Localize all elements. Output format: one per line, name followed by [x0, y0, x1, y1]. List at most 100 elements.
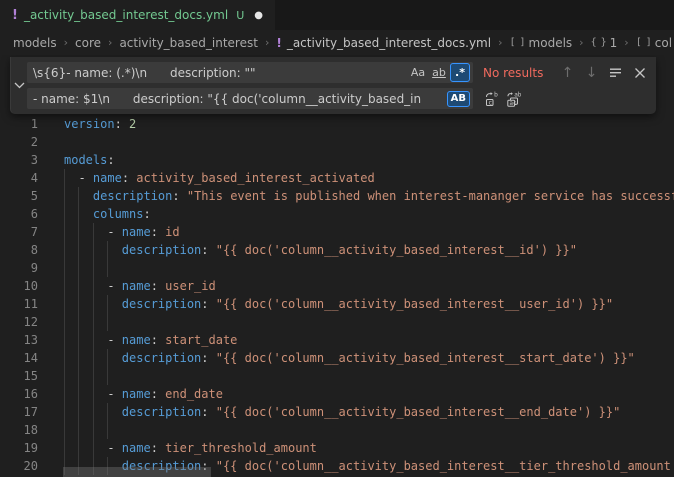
unsaved-dot-icon[interactable]: ● [254, 10, 263, 21]
line-number: 5 [0, 187, 38, 205]
next-match-button[interactable]: ↓ [581, 62, 602, 83]
line-number: 18 [0, 421, 38, 439]
line-number: 10 [0, 277, 38, 295]
code-line[interactable]: 4 - name: activity_based_interest_activa… [0, 169, 674, 187]
find-status: No results [483, 66, 557, 80]
line-number: 1 [0, 115, 38, 133]
breadcrumb-item-models[interactable]: models [13, 36, 57, 50]
code-line-text: - name: tier_threshold_amount [64, 439, 317, 457]
indent-guide [78, 259, 79, 277]
code-line[interactable]: 6 columns: [0, 205, 674, 223]
code-line[interactable]: 15 [0, 367, 674, 385]
line-number: 19 [0, 439, 38, 457]
svg-text:c: c [488, 98, 492, 106]
replace-all-button[interactable]: ab ac [502, 88, 523, 109]
replace-value-text: - name: $1\n description: "{{ doc('colum… [33, 92, 446, 106]
line-number: 9 [0, 259, 38, 277]
breadcrumb-item-activity_based_interest[interactable]: activity_based_interest [119, 36, 258, 50]
editor[interactable]: \s{6}- name: (.*)\n description: "" Aa a… [0, 55, 674, 477]
line-number: 8 [0, 241, 38, 259]
breadcrumb-separator-icon: › [624, 36, 628, 49]
find-input[interactable]: \s{6}- name: (.*)\n description: "" Aa a… [27, 62, 473, 83]
code-line-text: columns: [64, 205, 151, 223]
line-number: 20 [0, 457, 38, 475]
indent-guide [78, 367, 79, 385]
yaml-file-icon: ! [12, 8, 18, 23]
indent-guide [93, 367, 94, 385]
line-number: 2 [0, 133, 38, 151]
code-line[interactable]: 8 description: "{{ doc('column__activity… [0, 241, 674, 259]
svg-text:ab: ab [514, 91, 521, 98]
code-line-text: description: "{{ doc('column__activity_b… [64, 295, 613, 313]
git-untracked-badge: U [236, 9, 244, 22]
svg-text:b: b [494, 91, 498, 99]
breadcrumb: models › core › activity_based_interest › !_ac… [0, 30, 674, 55]
code-line[interactable]: 9 [0, 259, 674, 277]
code-line[interactable]: 18 [0, 421, 674, 439]
indent-guide [93, 313, 94, 331]
tab-filename: _activity_based_interest_docs.yml [24, 8, 228, 22]
breadcrumb-item-core[interactable]: core [75, 36, 101, 50]
breadcrumb-label: col [655, 36, 672, 50]
indent-guide [107, 421, 108, 439]
code-line-text: description: "{{ doc('column__activity_b… [64, 349, 635, 367]
tab-active-file[interactable]: ! _activity_based_interest_docs.yml U ● [0, 0, 275, 30]
find-in-selection-button[interactable] [605, 62, 626, 83]
horizontal-scrollbar-thumb[interactable] [63, 467, 211, 477]
indent-guide [64, 367, 65, 385]
replace-input[interactable]: - name: $1\n description: "{{ doc('colum… [27, 88, 473, 109]
indent-guide [64, 421, 65, 439]
line-number: 3 [0, 151, 38, 169]
code-line[interactable]: 5 description: "This event is published … [0, 187, 674, 205]
code-line[interactable]: 17 description: "{{ doc('column__activit… [0, 403, 674, 421]
breadcrumb-item-_activity_based_interest_docs.yml[interactable]: !_activity_based_interest_docs.yml [276, 36, 491, 50]
code-line[interactable]: 1 version: 2 [0, 115, 674, 133]
code-line-text: version: 2 [64, 115, 136, 133]
indent-guide [107, 259, 108, 277]
svg-text:ac: ac [509, 100, 517, 107]
close-find-widget-button[interactable] [629, 62, 650, 83]
code-line[interactable]: 3models: [0, 151, 674, 169]
previous-match-button[interactable]: ↑ [557, 62, 578, 83]
breadcrumb-separator-icon: › [579, 36, 583, 49]
whole-word-button[interactable]: ab [429, 63, 449, 82]
toggle-replace-chevron-icon[interactable] [11, 57, 27, 114]
match-case-button[interactable]: Aa [408, 63, 428, 82]
line-number: 11 [0, 295, 38, 313]
breadcrumb-separator-icon: › [108, 36, 112, 49]
breadcrumb-separator-icon: › [265, 36, 269, 49]
regex-button[interactable]: .* [450, 63, 470, 82]
code-area[interactable]: 1 version: 2 23models:4 - name: activity_b… [0, 115, 674, 475]
line-number: 14 [0, 349, 38, 367]
line-number: 17 [0, 403, 38, 421]
line-number: 6 [0, 205, 38, 223]
code-line[interactable]: 19 - name: tier_threshold_amount [0, 439, 674, 457]
line-number: 15 [0, 367, 38, 385]
line-number: 7 [0, 223, 38, 241]
code-line[interactable]: 7 - name: id [0, 223, 674, 241]
code-line-text: - name: activity_based_interest_activate… [64, 169, 375, 187]
code-line-text: description: "{{ doc('column__activity_b… [64, 403, 620, 421]
breadcrumb-item-col[interactable]: [ ]col [636, 36, 672, 50]
indent-guide [64, 313, 65, 331]
code-line[interactable]: 10 - name: user_id [0, 277, 674, 295]
indent-guide [78, 313, 79, 331]
line-number: 4 [0, 169, 38, 187]
code-line[interactable]: 2 [0, 133, 674, 151]
code-line[interactable]: 12 [0, 313, 674, 331]
code-line[interactable]: 13 - name: start_date [0, 331, 674, 349]
breadcrumb-label: activity_based_interest [119, 36, 258, 50]
preserve-case-button[interactable]: AB [447, 91, 470, 107]
code-line-text: description: "This event is published wh… [64, 187, 674, 205]
replace-button[interactable]: b c [481, 88, 502, 109]
breadcrumb-item-models[interactable]: [ ]models [509, 36, 572, 50]
code-line[interactable]: 14 description: "{{ doc('column__activit… [0, 349, 674, 367]
code-line[interactable]: 11 description: "{{ doc('column__activit… [0, 295, 674, 313]
breadcrumb-label: 1 [610, 36, 618, 50]
indent-guide [78, 421, 79, 439]
indent-guide [93, 421, 94, 439]
code-line[interactable]: 16 - name: end_date [0, 385, 674, 403]
indent-guide [93, 259, 94, 277]
line-number: 12 [0, 313, 38, 331]
breadcrumb-item-1[interactable]: { }1 [591, 36, 618, 50]
